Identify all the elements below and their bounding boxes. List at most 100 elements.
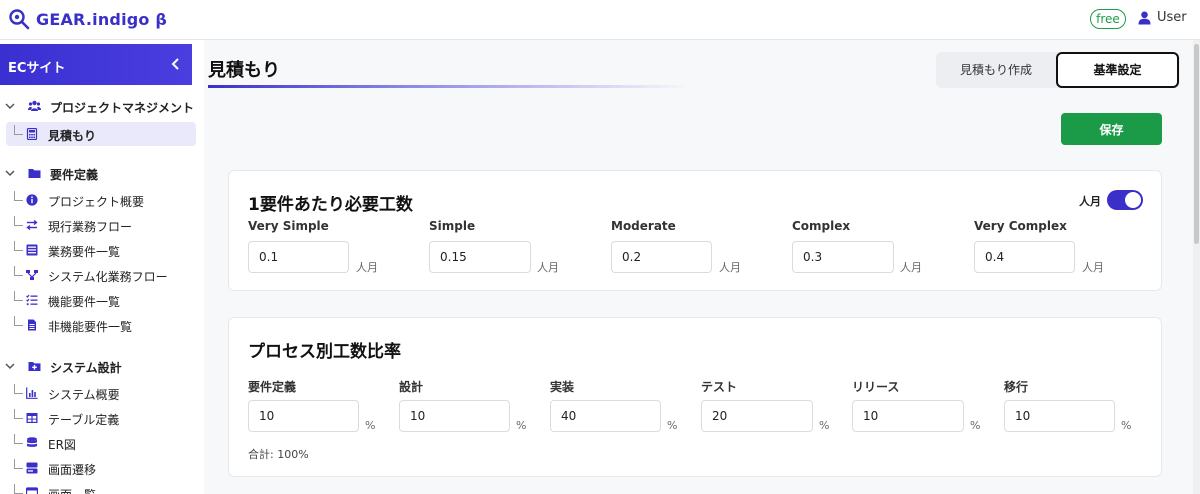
tab-create-estimate[interactable]: 見積もり作成 — [936, 52, 1056, 88]
app-title: GEAR.indigo β — [36, 9, 168, 29]
scrollbar-thumb[interactable] — [1194, 44, 1199, 244]
process-label: 設計 — [399, 380, 424, 394]
sidebar-group-label: システム設計 — [50, 361, 122, 375]
tree-branch — [14, 434, 23, 444]
tab-base-settings[interactable]: 基準設定 — [1056, 52, 1179, 88]
design-ratio-input[interactable] — [399, 400, 510, 432]
project-selector[interactable]: ECサイト — [0, 44, 192, 85]
user-icon — [1138, 11, 1151, 24]
requirements-ratio-input[interactable] — [248, 400, 359, 432]
sidebar-group-requirements[interactable]: 要件定義 — [0, 162, 204, 184]
sidebar-item-business-requirements[interactable]: 業務要件一覧 — [6, 238, 196, 262]
tree-branch — [14, 459, 23, 469]
complex-input[interactable] — [792, 241, 894, 273]
tree-branch — [14, 125, 23, 135]
process-label: リリース — [852, 380, 900, 394]
simple-input[interactable] — [429, 241, 531, 273]
process-ratio-card: プロセス別工数比率 要件定義 % 設計 % 実装 % テスト % リリース % … — [228, 317, 1162, 477]
percent-label: % — [667, 419, 678, 432]
unit-toggle[interactable] — [1107, 190, 1143, 210]
table-icon — [26, 413, 38, 423]
calculator-icon — [26, 128, 38, 140]
sidebar: ECサイト プロジェクトマネジメント 見積もり 要件定義 プロジェクト概要 現行… — [0, 40, 204, 494]
checklist-icon — [26, 294, 38, 306]
sidebar-item-label: 画面一覧 — [48, 486, 96, 494]
sidebar-item-label: 画面遷移 — [48, 463, 97, 477]
test-ratio-input[interactable] — [701, 400, 813, 432]
percent-label: % — [970, 419, 981, 432]
sidebar-item-system-flow[interactable]: システム化業務フロー — [6, 263, 196, 287]
tree-branch — [14, 409, 23, 419]
plan-badge: free — [1090, 9, 1126, 29]
window-icon — [26, 487, 38, 494]
unit-label: 人月 — [1082, 261, 1104, 274]
sidebar-item-label: ER図 — [48, 438, 76, 452]
folder-icon — [28, 169, 41, 178]
sidebar-item-label: プロジェクト概要 — [48, 195, 145, 209]
sitemap-icon — [26, 270, 38, 280]
unit-toggle-label: 人月 — [1079, 195, 1101, 208]
percent-label: % — [1121, 419, 1132, 432]
database-icon — [27, 437, 37, 447]
sidebar-group-system-design[interactable]: システム設計 — [0, 355, 204, 377]
view-tabs: 見積もり作成 基準設定 — [936, 52, 1180, 88]
toggle-knob — [1125, 192, 1141, 208]
process-label: 要件定義 — [248, 380, 297, 394]
sidebar-item-screen-transition[interactable]: 画面遷移 — [6, 456, 196, 480]
top-bar: GEAR.indigo β free User — [0, 0, 1200, 40]
sidebar-item-screen-list[interactable]: 画面一覧 — [6, 481, 196, 494]
chevron-down-icon — [5, 170, 15, 177]
unit-label: 人月 — [356, 261, 378, 274]
card-title: 1要件あたり必要工数 — [248, 195, 413, 215]
moderate-input[interactable] — [611, 241, 712, 273]
chart-icon — [26, 387, 38, 399]
very-simple-input[interactable] — [248, 241, 349, 273]
effort-per-requirement-card: 1要件あたり必要工数 人月 Very Simple 人月 Simple 人月 M… — [228, 170, 1162, 291]
sidebar-group-project-management[interactable]: プロジェクトマネジメント — [0, 95, 204, 117]
complexity-label: Very Complex — [974, 219, 1067, 233]
sidebar-item-table-definition[interactable]: テーブル定義 — [6, 406, 196, 430]
screen-icon — [26, 462, 38, 474]
info-icon — [26, 194, 38, 206]
sidebar-item-label: 業務要件一覧 — [48, 245, 121, 259]
sidebar-item-project-overview[interactable]: プロジェクト概要 — [6, 188, 196, 212]
app-logo[interactable]: GEAR.indigo β — [8, 7, 167, 31]
complexity-label: Simple — [429, 219, 476, 233]
chevron-down-icon — [5, 363, 15, 370]
user-menu[interactable]: User — [1138, 10, 1187, 25]
tree-branch — [14, 241, 23, 251]
sidebar-item-system-overview[interactable]: システム概要 — [6, 381, 196, 405]
card-title: プロセス別工数比率 — [248, 342, 401, 362]
complexity-label: Moderate — [611, 219, 676, 233]
percent-label: % — [516, 419, 527, 432]
tree-branch — [14, 316, 23, 326]
page-title: 見積もり — [208, 60, 280, 81]
process-label: 実装 — [550, 380, 575, 394]
sidebar-item-label: 機能要件一覧 — [48, 295, 121, 309]
percent-label: % — [365, 419, 376, 432]
release-ratio-input[interactable] — [852, 400, 964, 432]
tree-branch — [14, 216, 23, 226]
sidebar-item-label: 現行業務フロー — [48, 220, 133, 234]
sidebar-item-label: 非機能要件一覧 — [48, 320, 133, 334]
very-complex-input[interactable] — [974, 241, 1075, 273]
chevron-left-icon[interactable] — [170, 56, 182, 72]
save-button[interactable]: 保存 — [1061, 113, 1162, 145]
sidebar-item-label: テーブル定義 — [48, 413, 120, 427]
migration-ratio-input[interactable] — [1004, 400, 1115, 432]
sidebar-item-nonfunctional-requirements[interactable]: 非機能要件一覧 — [6, 313, 196, 337]
unit-label: 人月 — [719, 261, 741, 274]
sidebar-item-label: システム概要 — [48, 388, 120, 402]
implementation-ratio-input[interactable] — [550, 400, 661, 432]
sidebar-item-er-diagram[interactable]: ER図 — [6, 431, 196, 455]
process-label: 移行 — [1004, 380, 1029, 394]
sidebar-item-functional-requirements[interactable]: 機能要件一覧 — [6, 288, 196, 312]
page-scrollbar[interactable] — [1193, 40, 1200, 494]
title-underline — [208, 85, 688, 88]
sidebar-item-estimate[interactable]: 見積もり — [6, 122, 196, 146]
folder-plus-icon — [28, 362, 41, 371]
sidebar-item-current-flow[interactable]: 現行業務フロー — [6, 213, 196, 237]
list-icon — [26, 244, 38, 256]
search-logo-icon — [9, 9, 30, 30]
ratio-total: 合計: 100% — [248, 448, 309, 461]
